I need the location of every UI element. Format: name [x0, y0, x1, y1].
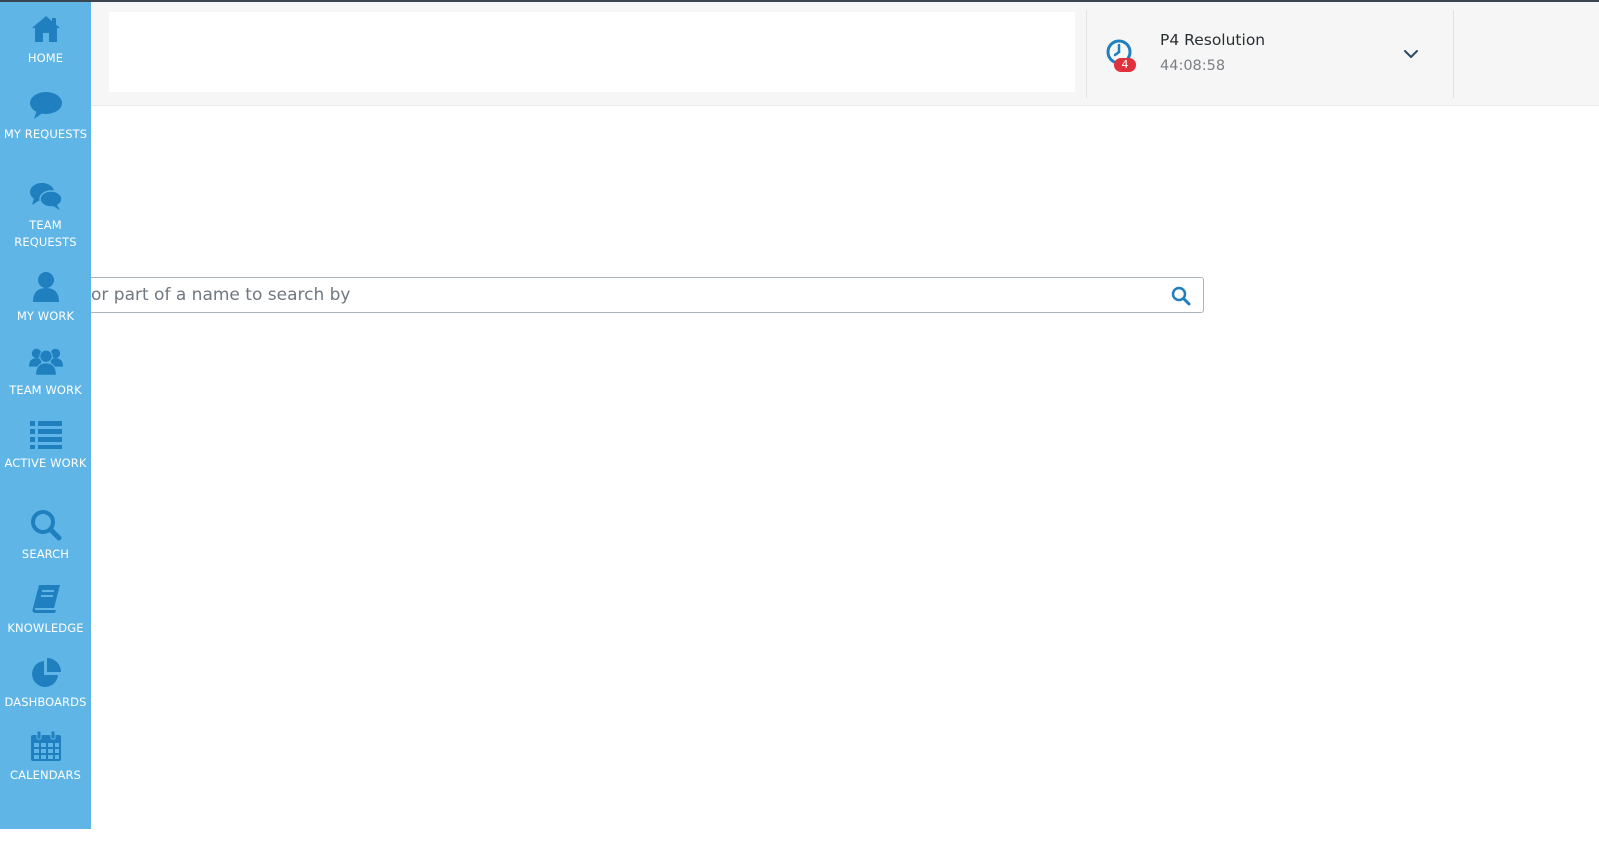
sidebar-item-label: ACTIVE WORK: [4, 456, 87, 470]
sidebar-item-label: MY REQUESTS: [3, 127, 88, 141]
sidebar-item-home[interactable]: HOME: [0, 12, 91, 67]
header-divider: [1453, 10, 1454, 98]
book-icon: [29, 582, 63, 616]
sidebar-item-label: DASHBOARDS: [4, 695, 87, 709]
header-divider: [1086, 10, 1087, 98]
pie-chart-icon: [29, 656, 63, 690]
sidebar-item-label: TEAM WORK: [9, 383, 82, 397]
users-icon: [28, 344, 63, 378]
sidebar-item-label: HOME: [27, 51, 64, 65]
search-input[interactable]: [91, 278, 1159, 312]
header-blank-panel: [109, 12, 1075, 92]
sidebar-item-label: CALENDARS: [10, 768, 81, 782]
sidebar-item-my-requests[interactable]: MY REQUESTS: [0, 88, 91, 143]
sidebar-item-calendars[interactable]: CALENDARS: [0, 729, 91, 784]
calendar-icon: [29, 729, 63, 763]
sidebar-item-label: KNOWLEDGE: [7, 621, 84, 635]
sidebar-item-dashboards[interactable]: DASHBOARDS: [0, 656, 91, 711]
search-icon: [29, 508, 63, 542]
sidebar-nav: HOME MY REQUESTS TEAM REQUESTS MY WORK T…: [0, 2, 91, 829]
search-button[interactable]: [1171, 286, 1191, 306]
list-icon: [29, 417, 63, 451]
search-icon: [1171, 286, 1191, 306]
sidebar-item-team-requests[interactable]: TEAM REQUESTS: [0, 179, 91, 251]
speech-bubbles-icon: [29, 179, 63, 213]
sla-count-badge: 4: [1114, 58, 1136, 72]
speech-bubble-icon: [29, 88, 63, 122]
sla-timer: 44:08:58: [1160, 58, 1226, 74]
sidebar-item-knowledge[interactable]: KNOWLEDGE: [0, 582, 91, 637]
sidebar-item-label: TEAM REQUESTS: [14, 218, 77, 249]
home-icon: [29, 12, 63, 46]
sidebar-item-team-work[interactable]: TEAM WORK: [0, 344, 91, 399]
chevron-down-icon[interactable]: [1403, 46, 1419, 62]
top-header: 4 P4 Resolution 44:08:58: [91, 2, 1599, 106]
sidebar-item-label: SEARCH: [21, 547, 70, 561]
user-icon: [29, 270, 63, 304]
sla-title: P4 Resolution: [1160, 31, 1266, 49]
sidebar-item-search[interactable]: SEARCH: [0, 508, 91, 563]
sidebar-item-active-work[interactable]: ACTIVE WORK: [0, 417, 91, 472]
sidebar-item-my-work[interactable]: MY WORK: [0, 270, 91, 325]
sidebar-item-label: MY WORK: [16, 309, 75, 323]
search-bar: [91, 277, 1204, 313]
